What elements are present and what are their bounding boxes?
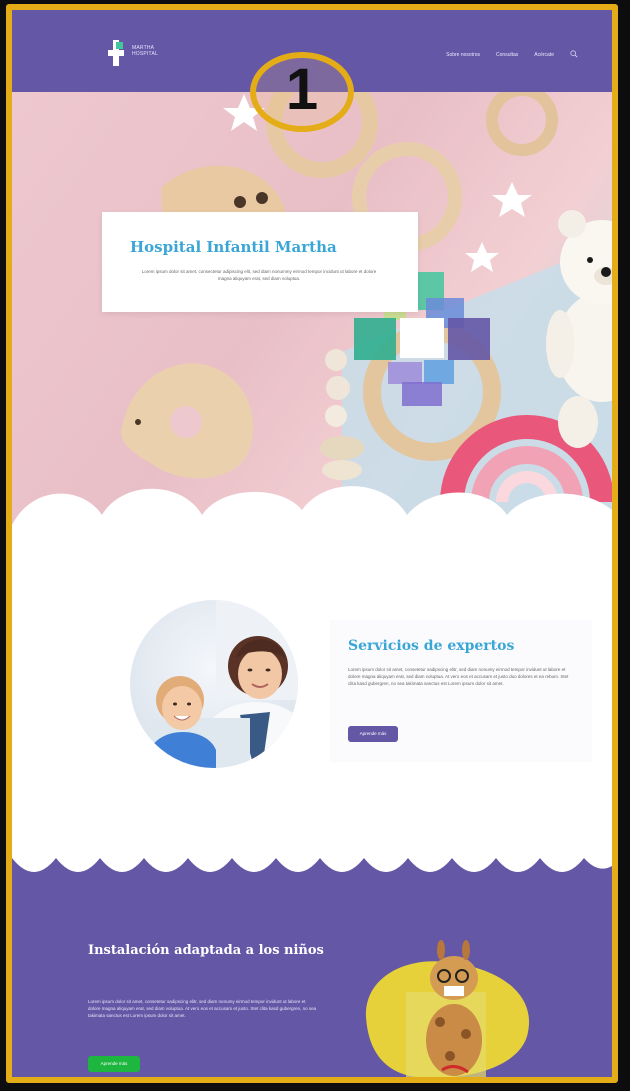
hero-card: Hospital Infantil Martha Lorem ipsum dol… bbox=[102, 212, 418, 312]
facility-section: Instalación adaptada a los niños Lorem i… bbox=[12, 884, 612, 1077]
main-nav: Sobre nosotros Consultas Acércate bbox=[446, 52, 554, 58]
cloud-divider bbox=[12, 486, 612, 565]
doctor-child-photo bbox=[130, 600, 298, 768]
facility-title: Instalación adaptada a los niños bbox=[88, 943, 324, 958]
nav-item-approach[interactable]: Acércate bbox=[534, 52, 554, 58]
hero-description: Lorem ipsum dolor sit amet, consectetur … bbox=[141, 269, 377, 281]
facility-learn-more-button[interactable]: Aprende más bbox=[88, 1056, 140, 1072]
services-title: Servicios de expertos bbox=[348, 638, 515, 654]
hospital-cross-icon bbox=[108, 40, 124, 66]
hero-title: Hospital Infantil Martha bbox=[130, 238, 337, 256]
nav-item-consultations[interactable]: Consultas bbox=[496, 52, 518, 58]
website-page: MARTHA HOSPITAL Sobre nosotros Consultas… bbox=[12, 10, 612, 1077]
logo-text: MARTHA HOSPITAL bbox=[132, 45, 158, 57]
doctor-illustration bbox=[150, 600, 298, 768]
services-description: Lorem ipsum dolor sit amet, consetetur s… bbox=[348, 667, 569, 686]
screenshot-frame: MARTHA HOSPITAL Sobre nosotros Consultas… bbox=[6, 4, 618, 1083]
annotation-number: 1 bbox=[285, 57, 319, 122]
giraffe-toy-photo bbox=[365, 940, 530, 1077]
site-logo[interactable]: MARTHA HOSPITAL bbox=[108, 40, 174, 66]
wave-divider bbox=[12, 858, 612, 888]
facility-description: Lorem ipsum dolor sit amet, consetetur s… bbox=[88, 999, 317, 1018]
services-learn-more-button[interactable]: Aprende más bbox=[348, 726, 398, 742]
annotation-marker: 1 bbox=[250, 52, 360, 138]
nav-item-about[interactable]: Sobre nosotros bbox=[446, 52, 480, 58]
services-card: Servicios de expertos Lorem ipsum dolor … bbox=[330, 620, 592, 762]
search-icon[interactable] bbox=[570, 50, 578, 58]
